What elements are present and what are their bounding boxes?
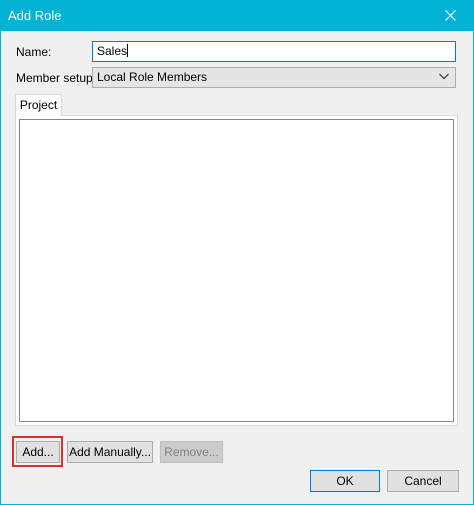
tab-project[interactable]: Project [15,94,62,116]
cancel-button[interactable]: Cancel [387,470,459,492]
add-manually-button[interactable]: Add Manually... [67,441,153,463]
project-members-list[interactable] [19,119,454,422]
add-button[interactable]: Add... [16,441,60,463]
remove-button[interactable]: Remove... [160,441,223,463]
window-title: Add Role [8,8,62,23]
name-input[interactable]: Sales [92,41,456,62]
close-icon [445,10,456,21]
title-bar[interactable]: Add Role [0,0,474,31]
chevron-down-icon [439,73,449,80]
text-caret [127,44,129,57]
member-setup-label: Member setup: [16,71,97,85]
tab-panel-project [15,115,458,426]
name-label: Name: [16,45,52,59]
name-input-value: Sales [97,44,128,58]
member-setup-dropdown[interactable]: Local Role Members [92,67,456,88]
close-button[interactable] [428,0,474,31]
member-setup-selected: Local Role Members [97,70,208,84]
ok-button[interactable]: OK [310,470,380,492]
